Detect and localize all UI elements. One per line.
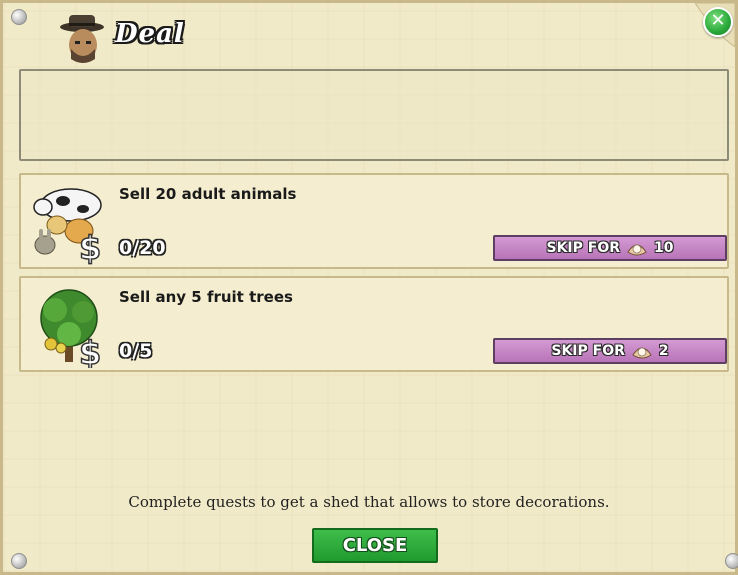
- quest-text: Sell any 5 fruit trees: [119, 288, 293, 306]
- skip-quest-button[interactable]: SKIP FOR 10: [493, 235, 727, 261]
- detective-avatar-icon: [60, 15, 104, 63]
- svg-text:$: $: [79, 334, 101, 368]
- description-box: [19, 69, 729, 161]
- animals-sell-icon: $: [33, 188, 102, 265]
- skip-quest-button[interactable]: SKIP FOR 2: [493, 338, 727, 364]
- dialog-title: Deal: [115, 19, 185, 49]
- quest-progress: 0/20: [119, 237, 166, 259]
- footer-message: Complete quests to get a shed that allow…: [128, 493, 610, 511]
- skip-cost: 2: [658, 343, 669, 359]
- pin-icon: [725, 553, 738, 569]
- pin-icon: [11, 553, 27, 569]
- quest-progress: 0/5: [119, 340, 153, 362]
- pearl-shell-icon: [627, 244, 647, 256]
- fruit-trees-sell-icon: $: [40, 289, 102, 368]
- pin-icon: [11, 9, 27, 25]
- skip-label: SKIP FOR: [551, 343, 625, 359]
- skip-cost: 10: [654, 240, 674, 256]
- quest-row: $ Sell 20 adult animals 0/20 SKIP FOR 10: [19, 173, 729, 269]
- svg-text:$: $: [79, 229, 101, 265]
- close-x-button[interactable]: ✕: [703, 7, 733, 37]
- skip-label: SKIP FOR: [546, 240, 621, 256]
- quest-text: Sell 20 adult animals: [119, 185, 297, 203]
- quest-row: $ Sell any 5 fruit trees 0/5 SKIP FOR 2: [19, 276, 729, 372]
- deal-dialog: ✕ Deal $ Sell 20 adult animals 0/20 SKIP: [0, 0, 738, 575]
- pearl-shell-icon: [632, 347, 652, 359]
- close-button[interactable]: CLOSE: [312, 528, 438, 563]
